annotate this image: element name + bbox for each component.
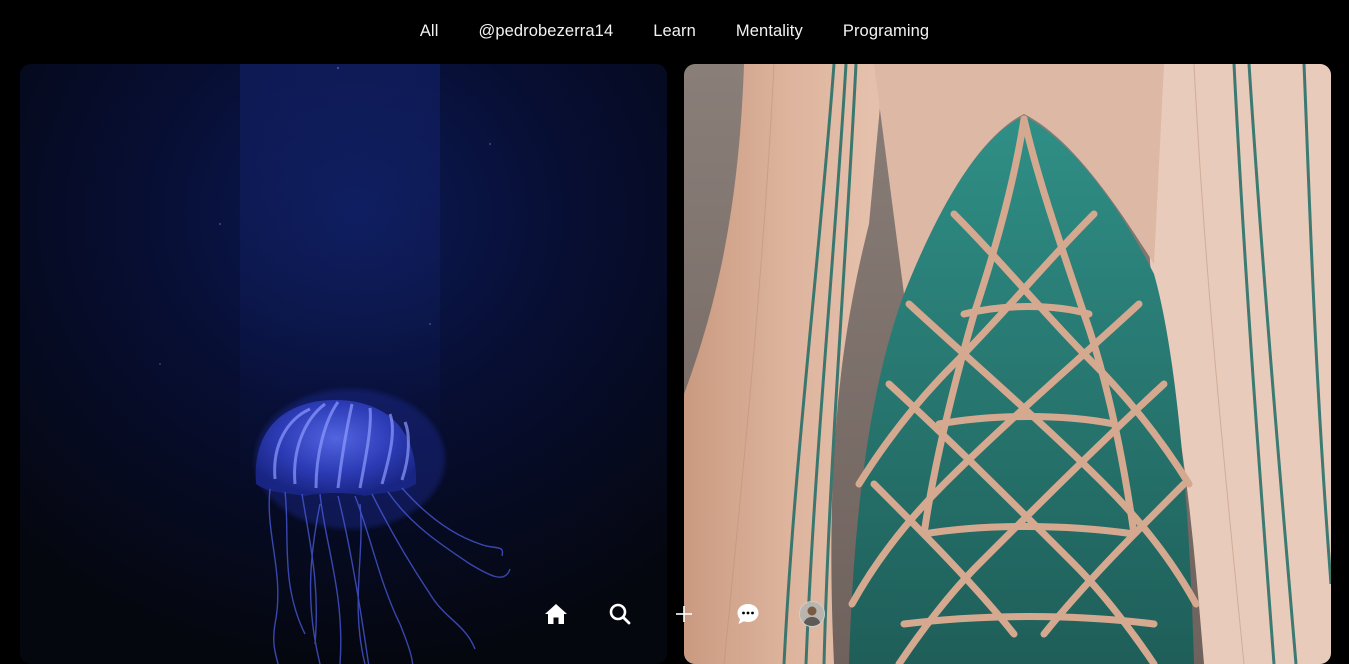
jellyfish-image — [20, 64, 667, 664]
search-icon — [609, 603, 631, 625]
home-button[interactable] — [540, 598, 572, 630]
post-card-jellyfish[interactable] — [20, 64, 667, 664]
home-icon — [545, 604, 567, 624]
post-card-architecture[interactable] — [684, 64, 1331, 664]
profile-button[interactable] — [796, 598, 828, 630]
create-button[interactable] — [668, 598, 700, 630]
avatar — [799, 601, 825, 627]
tab-all[interactable]: All — [420, 22, 439, 41]
chat-icon — [737, 604, 759, 624]
tab-programing[interactable]: Programing — [843, 22, 929, 41]
tab-pedrobezerra14[interactable]: @pedrobezerra14 — [478, 22, 613, 41]
messages-button[interactable] — [732, 598, 764, 630]
bottom-bar — [540, 598, 830, 634]
tab-learn[interactable]: Learn — [653, 22, 696, 41]
search-button[interactable] — [604, 598, 636, 630]
image-grid — [20, 64, 1331, 664]
tiled-arch-image — [684, 64, 1331, 664]
top-nav: All @pedrobezerra14 Learn Mentality Prog… — [0, 0, 1349, 62]
plus-icon — [676, 606, 692, 622]
tab-mentality[interactable]: Mentality — [736, 22, 803, 41]
